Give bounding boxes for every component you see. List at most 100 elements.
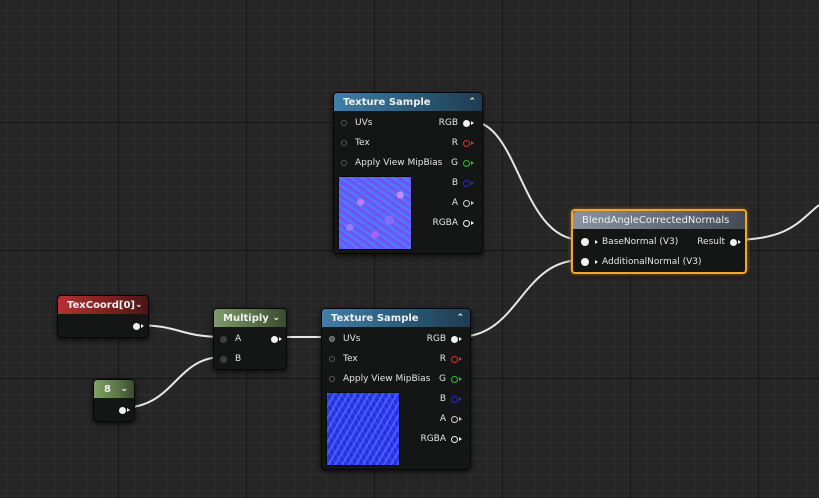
pin-icon[interactable] xyxy=(451,415,458,423)
chevron-down-icon[interactable]: ⌄ xyxy=(272,313,280,323)
arrow-icon xyxy=(459,337,462,341)
node-header[interactable]: BlendAngleCorrectedNormals xyxy=(573,211,745,229)
input-apply-view-mipbias[interactable]: Apply View MipBias xyxy=(341,153,442,173)
arrow-icon xyxy=(127,408,130,412)
pin-icon[interactable] xyxy=(329,376,335,382)
pin-icon[interactable] xyxy=(581,238,589,246)
collapse-icon[interactable]: ⌃ xyxy=(468,97,476,107)
node-title: BlendAngleCorrectedNormals xyxy=(582,214,730,226)
output-value[interactable] xyxy=(114,400,130,420)
texture-preview-image xyxy=(338,176,412,250)
pin-icon[interactable] xyxy=(220,335,227,343)
output-rgb[interactable]: RGB xyxy=(427,329,462,349)
texture-sample-node-1[interactable]: Texture Sample ⌃ UVs Tex Apply View MipB… xyxy=(333,92,483,254)
input-b[interactable]: B xyxy=(220,349,241,369)
input-apply-view-mipbias[interactable]: Apply View MipBias xyxy=(329,369,430,389)
pin-icon[interactable] xyxy=(463,119,470,127)
node-title: Texture Sample xyxy=(331,312,419,324)
pin-icon[interactable] xyxy=(220,355,227,363)
pin-label: Tex xyxy=(343,354,358,364)
pin-icon[interactable] xyxy=(463,159,470,167)
output-rgb[interactable]: RGB xyxy=(439,113,474,133)
arrow-icon xyxy=(279,337,282,341)
output-b[interactable]: B xyxy=(452,173,474,193)
wire-ts2-rgb-to-additionalnormal xyxy=(457,259,583,338)
pin-icon[interactable] xyxy=(271,335,278,343)
pin-label: G xyxy=(451,158,458,168)
pin-label: UVs xyxy=(343,334,361,344)
node-header[interactable]: Texture Sample ⌃ xyxy=(334,93,482,111)
output-result[interactable]: Result xyxy=(697,232,741,252)
input-additional-normal[interactable]: AdditionalNormal (V3) xyxy=(581,252,702,272)
arrow-icon xyxy=(459,437,462,441)
pin-icon[interactable] xyxy=(451,335,458,343)
chevron-down-icon[interactable]: ⌄ xyxy=(120,384,128,394)
pin-label: R xyxy=(451,138,458,148)
node-header[interactable]: 8 ⌄ xyxy=(94,380,134,398)
node-header[interactable]: TexCoord[0] ⌄ xyxy=(58,296,148,314)
output-a[interactable]: A xyxy=(440,409,462,429)
arrow-icon xyxy=(595,260,598,264)
pin-icon[interactable] xyxy=(451,355,458,363)
pin-icon[interactable] xyxy=(463,199,470,207)
pin-label: A xyxy=(235,334,242,344)
texture-sample-node-2[interactable]: Texture Sample ⌃ UVs Tex Apply View MipB… xyxy=(321,308,471,470)
output-uv[interactable] xyxy=(128,316,144,336)
input-uvs[interactable]: UVs xyxy=(329,329,360,349)
pin-label: B xyxy=(235,354,242,364)
pin-icon[interactable] xyxy=(341,160,347,166)
pin-icon[interactable] xyxy=(581,258,589,266)
input-tex[interactable]: Tex xyxy=(341,133,370,153)
pin-icon[interactable] xyxy=(329,336,335,342)
output-rgba[interactable]: RGBA xyxy=(420,429,462,449)
output-g[interactable]: G xyxy=(451,153,474,173)
pin-icon[interactable] xyxy=(463,139,470,147)
node-title: Multiply xyxy=(223,312,269,324)
pin-icon[interactable] xyxy=(451,375,458,383)
output-b[interactable]: B xyxy=(440,389,462,409)
output-g[interactable]: G xyxy=(439,369,462,389)
pin-icon[interactable] xyxy=(329,356,335,362)
output-r[interactable]: R xyxy=(440,349,462,369)
arrow-icon xyxy=(141,324,144,328)
input-a[interactable]: A xyxy=(220,329,241,349)
multiply-node[interactable]: Multiply ⌄ A B xyxy=(213,308,287,370)
pin-icon[interactable] xyxy=(341,120,347,126)
output-result[interactable] xyxy=(266,329,282,349)
pin-label: RGBA xyxy=(432,218,458,228)
collapse-icon[interactable]: ⌃ xyxy=(456,313,464,323)
pin-label: B xyxy=(439,394,446,404)
pin-icon[interactable] xyxy=(463,219,470,227)
output-r[interactable]: R xyxy=(452,133,474,153)
texture-preview-image xyxy=(326,392,400,466)
pin-label: Result xyxy=(697,237,725,247)
output-a[interactable]: A xyxy=(452,193,474,213)
arrow-icon xyxy=(471,181,474,185)
blend-angle-corrected-normals-node[interactable]: BlendAngleCorrectedNormals BaseNormal (V… xyxy=(571,209,747,274)
pin-icon[interactable] xyxy=(463,179,470,187)
chevron-down-icon[interactable]: ⌄ xyxy=(135,300,143,310)
arrow-icon xyxy=(459,397,462,401)
output-rgba[interactable]: RGBA xyxy=(432,213,474,233)
input-base-normal[interactable]: BaseNormal (V3) xyxy=(581,232,678,252)
input-tex[interactable]: Tex xyxy=(329,349,358,369)
pin-icon[interactable] xyxy=(341,140,347,146)
pin-label: RGB xyxy=(426,334,446,344)
pin-label: AdditionalNormal (V3) xyxy=(602,257,702,267)
constant-node[interactable]: 8 ⌄ xyxy=(93,379,135,422)
pin-label: Apply View MipBias xyxy=(343,374,431,384)
pin-label: Tex xyxy=(355,138,370,148)
arrow-icon xyxy=(471,221,474,225)
pin-icon[interactable] xyxy=(119,406,126,414)
pin-icon[interactable] xyxy=(451,395,458,403)
input-uvs[interactable]: UVs xyxy=(341,113,372,133)
pin-icon[interactable] xyxy=(451,435,458,443)
node-header[interactable]: Multiply ⌄ xyxy=(214,309,286,327)
arrow-icon xyxy=(471,121,474,125)
pin-icon[interactable] xyxy=(730,238,737,246)
texcoord-node[interactable]: TexCoord[0] ⌄ xyxy=(57,295,149,338)
node-header[interactable]: Texture Sample ⌃ xyxy=(322,309,470,327)
pin-label: G xyxy=(439,374,446,384)
arrow-icon xyxy=(459,377,462,381)
pin-icon[interactable] xyxy=(133,322,140,330)
